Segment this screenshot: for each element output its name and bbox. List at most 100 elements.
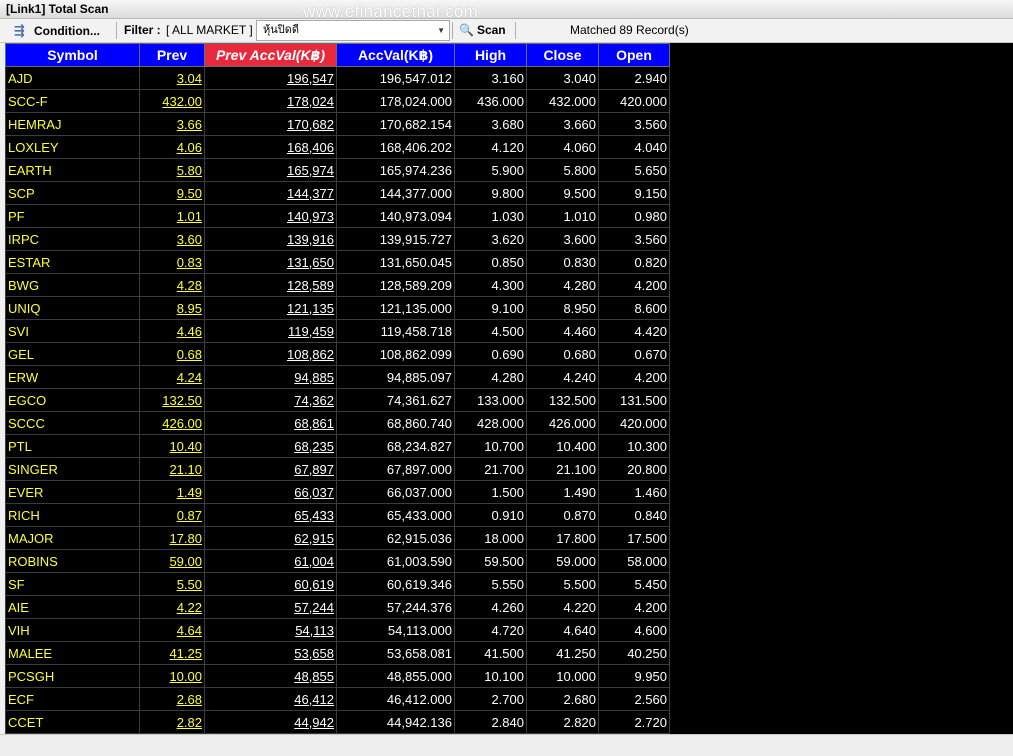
cell-prev-accval[interactable]: 108,862 (204, 342, 337, 366)
cell-prev-accval[interactable]: 144,377 (204, 181, 337, 205)
cell-prev-accval[interactable]: 44,942 (204, 710, 337, 734)
cell-prev[interactable]: 21.10 (139, 457, 205, 481)
scan-button[interactable]: 🔍 Scan (459, 19, 506, 42)
table-row[interactable]: AJD 3.04 196,547 196,547.012 3.160 3.040 2.940 (5, 66, 670, 90)
cell-prev-accval[interactable]: 57,244 (204, 595, 337, 619)
cell-prev[interactable]: 132.50 (139, 388, 205, 412)
cell-prev-accval[interactable]: 54,113 (204, 618, 337, 642)
table-row[interactable]: IRPC 3.60 139,916 139,915.727 3.620 3.600 3.56… (5, 227, 670, 251)
table-row[interactable]: EARTH 5.80 165,974 165,974.236 5.900 5.800 5.6… (5, 158, 670, 182)
column-header-open[interactable]: Open (598, 43, 670, 67)
cell-prev[interactable]: 2.68 (139, 687, 205, 711)
cell-prev[interactable]: 1.01 (139, 204, 205, 228)
column-header-high[interactable]: High (454, 43, 527, 67)
cell-prev[interactable]: 5.80 (139, 158, 205, 182)
table-row[interactable]: VIH 4.64 54,113 54,113.000 4.720 4.640 4.600 (5, 618, 670, 642)
table-row[interactable]: SVI 4.46 119,459 119,458.718 4.500 4.460 4.420 (5, 319, 670, 343)
cell-prev[interactable]: 4.24 (139, 365, 205, 389)
table-row[interactable]: PTL 10.40 68,235 68,234.827 10.700 10.400 10.3… (5, 434, 670, 458)
column-header-prev[interactable]: Prev (139, 43, 205, 67)
dropdown-arrow-icon[interactable]: ▼ (437, 21, 445, 40)
table-row[interactable]: SCC-F 432.00 178,024 178,024.000 436.000 432.… (5, 89, 670, 113)
cell-prev-accval[interactable]: 68,235 (204, 434, 337, 458)
cell-prev-accval[interactable]: 94,885 (204, 365, 337, 389)
cell-prev-accval[interactable]: 168,406 (204, 135, 337, 159)
table-row[interactable]: ECF 2.68 46,412 46,412.000 2.700 2.680 2.560 (5, 687, 670, 711)
table-row[interactable]: LOXLEY 4.06 168,406 168,406.202 4.120 4.060 4.… (5, 135, 670, 159)
cell-prev[interactable]: 1.49 (139, 480, 205, 504)
column-header-accval[interactable]: AccVal(K฿) (336, 43, 455, 67)
cell-prev-accval[interactable]: 196,547 (204, 66, 337, 90)
filter-value[interactable]: [ ALL MARKET ] (166, 19, 253, 42)
table-row[interactable]: AIE 4.22 57,244 57,244.376 4.260 4.220 4.200 (5, 595, 670, 619)
cell-prev[interactable]: 10.40 (139, 434, 205, 458)
cell-prev-accval[interactable]: 178,024 (204, 89, 337, 113)
table-row[interactable]: GEL 0.68 108,862 108,862.099 0.690 0.680 0.670 (5, 342, 670, 366)
cell-prev[interactable]: 41.25 (139, 641, 205, 665)
cell-prev[interactable]: 0.87 (139, 503, 205, 527)
cell-prev-accval[interactable]: 67,897 (204, 457, 337, 481)
cell-prev[interactable]: 9.50 (139, 181, 205, 205)
column-header-symbol[interactable]: Symbol (5, 43, 140, 67)
table-row[interactable]: SINGER 21.10 67,897 67,897.000 21.700 21.100 2… (5, 457, 670, 481)
table-row[interactable]: PF 1.01 140,973 140,973.094 1.030 1.010 0.980 (5, 204, 670, 228)
cell-prev-accval[interactable]: 139,916 (204, 227, 337, 251)
cell-prev-accval[interactable]: 131,650 (204, 250, 337, 274)
condition-button[interactable]: ⇶ Condition... (14, 19, 100, 42)
cell-prev[interactable]: 17.80 (139, 526, 205, 550)
cell-prev[interactable]: 3.66 (139, 112, 205, 136)
table-row[interactable]: ESTAR 0.83 131,650 131,650.045 0.850 0.830 0.8… (5, 250, 670, 274)
table-row[interactable]: MAJOR 17.80 62,915 62,915.036 18.000 17.800 17… (5, 526, 670, 550)
cell-prev-accval[interactable]: 61,004 (204, 549, 337, 573)
column-header-prev-accval[interactable]: Prev AccVal(K฿) (204, 43, 337, 67)
table-row[interactable]: SCCC 426.00 68,861 68,860.740 428.000 426.000… (5, 411, 670, 435)
table-row[interactable]: ROBINS 59.00 61,004 61,003.590 59.500 59.000 5… (5, 549, 670, 573)
column-header-close[interactable]: Close (526, 43, 599, 67)
scan-condition-select[interactable]: หุ้นปิดดี ▼ (256, 20, 450, 41)
cell-prev[interactable]: 5.50 (139, 572, 205, 596)
table-row[interactable]: HEMRAJ 3.66 170,682 170,682.154 3.680 3.660 3.… (5, 112, 670, 136)
cell-prev[interactable]: 4.64 (139, 618, 205, 642)
table-row[interactable]: RICH 0.87 65,433 65,433.000 0.910 0.870 0.840 (5, 503, 670, 527)
cell-prev[interactable]: 4.46 (139, 319, 205, 343)
table-row[interactable]: SCP 9.50 144,377 144,377.000 9.800 9.500 9.150 (5, 181, 670, 205)
table-row[interactable]: CCET 2.82 44,942 44,942.136 2.840 2.820 2.720 (5, 710, 670, 734)
table-row[interactable]: ERW 4.24 94,885 94,885.097 4.280 4.240 4.200 (5, 365, 670, 389)
cell-prev[interactable]: 10.00 (139, 664, 205, 688)
table-row[interactable]: EGCO 132.50 74,362 74,361.627 133.000 132.500… (5, 388, 670, 412)
cell-prev[interactable]: 0.83 (139, 250, 205, 274)
cell-prev[interactable]: 426.00 (139, 411, 205, 435)
table-row[interactable]: BWG 4.28 128,589 128,589.209 4.300 4.280 4.200 (5, 273, 670, 297)
cell-prev-accval[interactable]: 48,855 (204, 664, 337, 688)
table-row[interactable]: UNIQ 8.95 121,135 121,135.000 9.100 8.950 8.60… (5, 296, 670, 320)
cell-prev[interactable]: 3.04 (139, 66, 205, 90)
cell-prev-accval[interactable]: 170,682 (204, 112, 337, 136)
table-row[interactable]: MALEE 41.25 53,658 53,658.081 41.500 41.250 40… (5, 641, 670, 665)
cell-prev[interactable]: 0.68 (139, 342, 205, 366)
cell-prev-accval[interactable]: 62,915 (204, 526, 337, 550)
cell-prev[interactable]: 2.82 (139, 710, 205, 734)
cell-prev-accval[interactable]: 128,589 (204, 273, 337, 297)
cell-prev-accval[interactable]: 68,861 (204, 411, 337, 435)
cell-prev-accval[interactable]: 165,974 (204, 158, 337, 182)
cell-prev[interactable]: 8.95 (139, 296, 205, 320)
cell-prev-accval[interactable]: 65,433 (204, 503, 337, 527)
cell-prev[interactable]: 59.00 (139, 549, 205, 573)
table-row[interactable]: SF 5.50 60,619 60,619.346 5.550 5.500 5.450 (5, 572, 670, 596)
cell-prev[interactable]: 4.06 (139, 135, 205, 159)
cell-prev[interactable]: 4.22 (139, 595, 205, 619)
cell-prev[interactable]: 4.28 (139, 273, 205, 297)
cell-prev-accval[interactable]: 121,135 (204, 296, 337, 320)
table-row[interactable]: PCSGH 10.00 48,855 48,855.000 10.100 10.000 9.… (5, 664, 670, 688)
cell-prev[interactable]: 432.00 (139, 89, 205, 113)
scan-results-grid[interactable]: Symbol Prev Prev AccVal(K฿) AccVal(K฿) High C… (5, 43, 1013, 734)
table-row[interactable]: EVER 1.49 66,037 66,037.000 1.500 1.490 1.460 (5, 480, 670, 504)
cell-prev-accval[interactable]: 66,037 (204, 480, 337, 504)
cell-prev-accval[interactable]: 119,459 (204, 319, 337, 343)
cell-prev-accval[interactable]: 46,412 (204, 687, 337, 711)
cell-prev[interactable]: 3.60 (139, 227, 205, 251)
cell-prev-accval[interactable]: 53,658 (204, 641, 337, 665)
cell-prev-accval[interactable]: 140,973 (204, 204, 337, 228)
cell-prev-accval[interactable]: 60,619 (204, 572, 337, 596)
cell-prev-accval[interactable]: 74,362 (204, 388, 337, 412)
